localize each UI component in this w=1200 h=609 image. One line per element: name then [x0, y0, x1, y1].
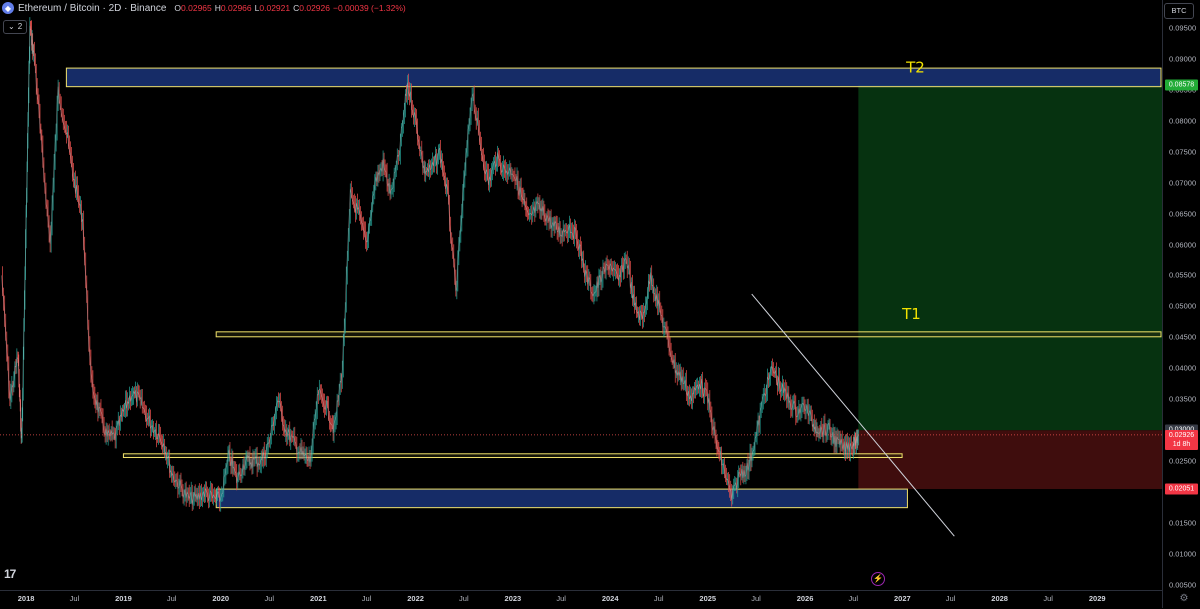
price-tick: 0.06500 [1169, 209, 1197, 219]
ohlc-value: 0.02921 [259, 2, 291, 13]
price-badge-value: 0.02926 [1168, 431, 1195, 439]
time-scale[interactable]: 2018 Jul 2019 Jul 2020 Jul 2021 Jul 2022 Jul 2023 J… [0, 590, 1162, 609]
price-tick: 0.08000 [1169, 116, 1197, 126]
symbol-title[interactable]: Ethereum / Bitcoin · 2D · Binance [18, 3, 166, 14]
time-tick: 2019 [115, 594, 132, 603]
price-tick: 0.01500 [1169, 518, 1197, 528]
price-badge-value: 0.02051 [1168, 485, 1195, 493]
price-tick: 0.05500 [1169, 270, 1197, 280]
time-tick: 2024 [601, 594, 619, 603]
time-tick: 2018 [17, 594, 35, 603]
price-badge: 0.02051 [1165, 483, 1198, 495]
time-tick: Jul [556, 594, 566, 603]
time-tick: 2022 [407, 594, 424, 603]
price-tick: 0.09000 [1169, 54, 1197, 64]
ohlc-item: −0.00039 (−1.32%) [333, 3, 406, 14]
price-tick: 0.04000 [1169, 363, 1197, 373]
ohlc-item: H0.02966 [215, 3, 252, 14]
time-tick: Jul [945, 594, 956, 603]
indicator-collapse-button[interactable]: ⌄ 2 [3, 20, 28, 34]
annotation-t1: T1 [901, 305, 921, 323]
gear-icon[interactable]: ⚙ [1178, 593, 1190, 605]
time-tick: Jul [459, 594, 469, 603]
price-tick: 0.02500 [1169, 456, 1197, 466]
zone-3 [215, 488, 908, 509]
time-tick: 2021 [309, 594, 327, 603]
price-tick: 0.00500 [1169, 580, 1197, 590]
loss-zone [858, 430, 1162, 490]
price-tick: 0.03500 [1169, 394, 1197, 404]
lightning-icon[interactable]: ⚡ [871, 572, 885, 586]
price-tick: 0.07000 [1169, 178, 1197, 188]
chevron-down-icon: ⌄ [8, 22, 15, 31]
chart-area[interactable]: T2 T1 [0, 0, 1162, 590]
zone-0 [65, 67, 1162, 88]
ethereum-icon: ◆ [2, 2, 14, 14]
price-badge: 0.08578 [1165, 79, 1198, 91]
time-tick: Jul [751, 594, 761, 603]
ohlc-value: 0.02965 [181, 2, 212, 13]
price-tick: 0.05000 [1169, 301, 1197, 311]
annotation-t2: T2 [905, 58, 925, 76]
ohlc-value: 0.02966 [220, 2, 252, 13]
ohlc-value: −0.00039 (−1.32%) [332, 2, 406, 13]
time-tick: Jul [166, 594, 177, 603]
currency-button[interactable]: BTC [1164, 3, 1194, 19]
zone-2 [122, 453, 903, 459]
price-chart[interactable]: T2 T1 [0, 0, 1162, 590]
time-tick: 2026 [796, 594, 814, 603]
price-tick: 0.01000 [1169, 549, 1197, 559]
price-line [1, 25, 859, 505]
time-tick: Jul [653, 594, 664, 603]
time-tick: 2025 [699, 594, 717, 603]
time-tick: Jul [1043, 594, 1053, 603]
ohlc-item: C0.02926 [293, 3, 330, 14]
ohlc-value: 0.02926 [299, 2, 330, 13]
tradingview-logo-icon[interactable]: 17 [4, 567, 16, 581]
price-badge-value: 0.08578 [1168, 81, 1195, 89]
ohlc-values: O0.02965 H0.02966 L0.02921 C0.02926 −0.00039… [174, 3, 405, 14]
price-tick: 0.09500 [1169, 23, 1197, 33]
time-tick: 2029 [1088, 594, 1106, 603]
zone-1 [215, 331, 1162, 338]
price-badge-countdown: 1d 8h [1172, 440, 1191, 448]
time-tick: 2020 [212, 594, 230, 603]
time-tick: Jul [264, 594, 275, 603]
time-tick: Jul [848, 594, 859, 603]
ohlc-item: O0.02965 [174, 3, 211, 14]
time-tick: Jul [361, 594, 372, 603]
time-tick: 2028 [991, 594, 1008, 603]
time-tick: Jul [69, 594, 80, 603]
price-tick: 0.04500 [1169, 332, 1197, 342]
price-tick: 0.07500 [1169, 147, 1197, 157]
time-tick: 2023 [504, 594, 522, 603]
time-tick: 2027 [894, 594, 911, 603]
collapse-count: 2 [17, 22, 23, 31]
price-scale[interactable]: 0.095000.090000.085000.080000.075000.070… [1162, 0, 1200, 608]
ohlc-item: L0.02921 [255, 3, 290, 14]
profit-zone [858, 84, 1162, 431]
price-tick: 0.06000 [1169, 240, 1197, 250]
price-badge: 0.02926 1d 8h [1165, 429, 1198, 450]
symbol-legend[interactable]: ◆ Ethereum / Bitcoin · 2D · Binance O0.0… [2, 2, 406, 14]
